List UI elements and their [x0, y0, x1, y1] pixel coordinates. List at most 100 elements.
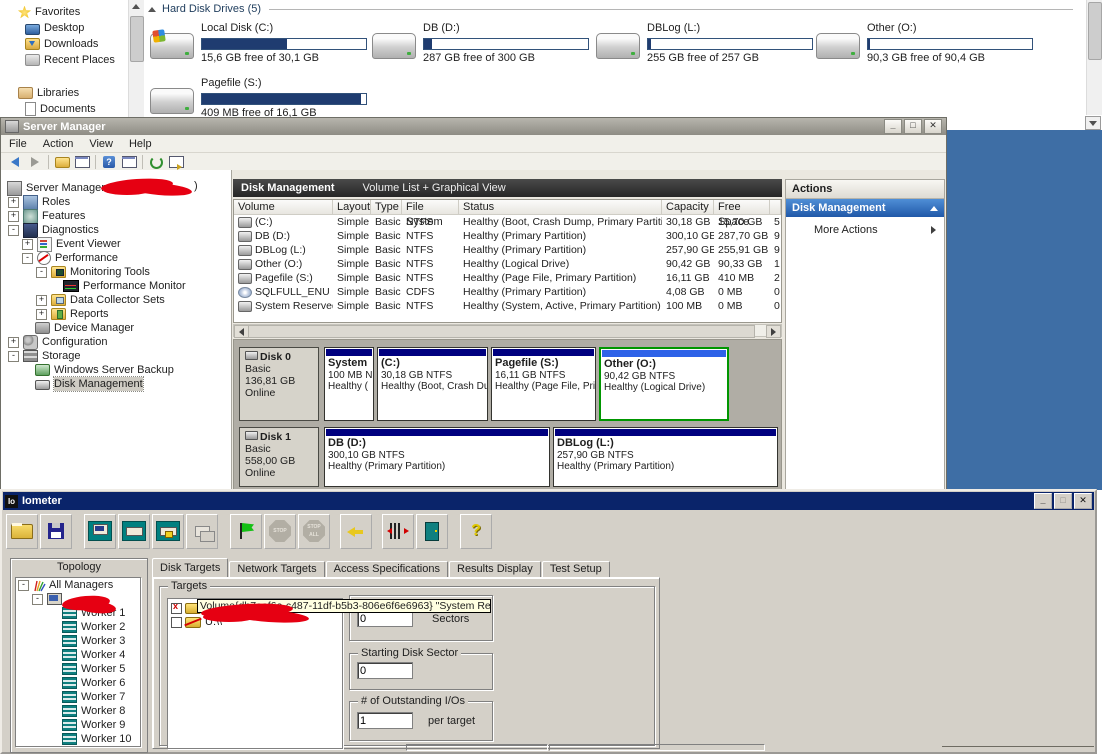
- export-list-button[interactable]: [166, 154, 186, 170]
- expand-toggle[interactable]: +: [22, 239, 33, 250]
- open-file-button[interactable]: [6, 514, 38, 549]
- server-manager-titlebar[interactable]: Server Manager _ □ ✕: [1, 118, 946, 135]
- column-header[interactable]: Type: [371, 200, 402, 215]
- tree-item[interactable]: - Performance: [1, 251, 231, 265]
- stop-all-tests-button[interactable]: STOPALL: [298, 514, 330, 549]
- tree-item[interactable]: + Event Viewer: [1, 237, 231, 251]
- console-window-button[interactable]: [72, 154, 92, 170]
- expand-toggle[interactable]: -: [36, 267, 47, 278]
- menu-item[interactable]: File: [1, 138, 35, 150]
- maximize-button[interactable]: □: [1054, 493, 1072, 509]
- expand-toggle[interactable]: -: [18, 580, 29, 591]
- tree-item[interactable]: - Monitoring Tools: [1, 265, 231, 279]
- tree-item[interactable]: + Reports: [1, 307, 231, 321]
- scroll-right-button[interactable]: [766, 325, 781, 338]
- nav-scrollbar-thumb[interactable]: [130, 16, 144, 62]
- column-header[interactable]: Volume: [234, 200, 333, 215]
- tree-item[interactable]: Disk Management: [1, 377, 231, 391]
- worker-item[interactable]: Worker 2: [16, 620, 140, 634]
- about-button[interactable]: ?: [460, 514, 492, 549]
- files-scrollbar[interactable]: [1086, 0, 1102, 115]
- drive-item[interactable]: Other (O:) 90,3 GB free of 90,4 GB: [816, 22, 1034, 74]
- column-header[interactable]: File System: [402, 200, 459, 215]
- nav-item[interactable]: Libraries: [0, 85, 128, 101]
- partition[interactable]: System 100 MB N Healthy (: [324, 347, 374, 421]
- partition[interactable]: DB (D:) 300,10 GB NTFS Healthy (Primary …: [324, 427, 550, 487]
- forward-button[interactable]: [25, 154, 45, 170]
- worker-item[interactable]: Worker 5: [16, 662, 140, 676]
- disk0-label[interactable]: Disk 0 Basic 136,81 GB Online: [239, 347, 319, 421]
- worker-item[interactable]: Worker 6: [16, 676, 140, 690]
- nav-scrollbar[interactable]: [128, 0, 144, 118]
- save-file-button[interactable]: [40, 514, 72, 549]
- target-checkbox[interactable]: [171, 617, 182, 628]
- scroll-up-button[interactable]: [129, 0, 143, 15]
- drive-group-header[interactable]: Hard Disk Drives (5): [148, 3, 1073, 15]
- tree-item[interactable]: + Features: [1, 209, 231, 223]
- tree-item[interactable]: - Storage: [1, 349, 231, 363]
- tree-item[interactable]: Windows Server Backup: [1, 363, 231, 377]
- show-tree-button[interactable]: [52, 154, 72, 170]
- reset-workers-button[interactable]: [340, 514, 372, 549]
- dropdown-button[interactable]: [1085, 116, 1101, 130]
- nav-item[interactable]: Desktop: [0, 20, 128, 36]
- volume-row[interactable]: System Reserved Simple Basic NTFS Health…: [234, 299, 781, 313]
- partition[interactable]: DBLog (L:) 257,90 GB NTFS Healthy (Prima…: [553, 427, 778, 487]
- start-new-manager-button[interactable]: [84, 514, 116, 549]
- nav-item[interactable]: Recent Places: [0, 52, 128, 68]
- expand-toggle[interactable]: -: [22, 253, 33, 264]
- stop-test-button[interactable]: STOP: [264, 514, 296, 549]
- expand-toggle[interactable]: +: [36, 295, 47, 306]
- expand-toggle[interactable]: +: [36, 309, 47, 320]
- column-header[interactable]: Layout: [333, 200, 371, 215]
- all-managers-item[interactable]: - All Managers: [16, 578, 140, 592]
- expand-toggle[interactable]: -: [8, 351, 19, 362]
- files-scrollbar-thumb[interactable]: [1088, 2, 1102, 60]
- volume-row[interactable]: Other (O:) Simple Basic NTFS Healthy (Lo…: [234, 257, 781, 271]
- table-hscrollbar[interactable]: [233, 324, 782, 337]
- volume-row[interactable]: (C:) Simple Basic NTFS Healthy (Boot, Cr…: [234, 215, 781, 229]
- expand-toggle[interactable]: -: [8, 225, 19, 236]
- target-checkbox-checked[interactable]: [171, 603, 182, 614]
- tree-item[interactable]: Device Manager: [1, 321, 231, 335]
- disk1-label[interactable]: Disk 1 Basic 558,00 GB Online: [239, 427, 319, 487]
- console-window-button-2[interactable]: [119, 154, 139, 170]
- start-test-button[interactable]: [230, 514, 262, 549]
- minimize-button[interactable]: _: [884, 119, 902, 134]
- tree-item[interactable]: Performance Monitor: [1, 279, 231, 293]
- expand-toggle[interactable]: -: [32, 594, 43, 605]
- tab[interactable]: Access Specifications: [326, 561, 448, 577]
- worker-item[interactable]: Worker 7: [16, 690, 140, 704]
- worker-item[interactable]: Worker 10: [16, 732, 140, 746]
- column-header[interactable]: Status: [459, 200, 662, 215]
- column-header[interactable]: Free Space: [714, 200, 770, 215]
- exit-button[interactable]: [416, 514, 448, 549]
- worker-item[interactable]: Worker 8: [16, 704, 140, 718]
- help-button[interactable]: ?: [99, 154, 119, 170]
- more-actions-item[interactable]: More Actions: [786, 224, 944, 236]
- expand-toggle[interactable]: +: [8, 337, 19, 348]
- menu-item[interactable]: Help: [121, 138, 160, 150]
- start-disk-worker-button[interactable]: [118, 514, 150, 549]
- expand-toggle[interactable]: +: [8, 197, 19, 208]
- refresh-button[interactable]: [146, 154, 166, 170]
- outstanding-ios-input[interactable]: [357, 712, 413, 729]
- tab[interactable]: Disk Targets: [152, 558, 228, 577]
- drive-item[interactable]: Local Disk (C:) 15,6 GB free of 30,1 GB: [150, 22, 368, 74]
- edit-access-specs-button[interactable]: [382, 514, 414, 549]
- expand-toggle[interactable]: +: [8, 211, 19, 222]
- tab[interactable]: Network Targets: [229, 561, 324, 577]
- tree-item[interactable]: - Diagnostics: [1, 223, 231, 237]
- worker-item[interactable]: Worker 3: [16, 634, 140, 648]
- close-button[interactable]: ✕: [1074, 493, 1092, 509]
- iometer-titlebar[interactable]: Io Iometer _ □ ✕: [3, 492, 1094, 510]
- tab[interactable]: Results Display: [449, 561, 541, 577]
- tree-item[interactable]: + Configuration: [1, 335, 231, 349]
- partition[interactable]: Other (O:) 90,42 GB NTFS Healthy (Logica…: [599, 347, 729, 421]
- volume-row[interactable]: DBLog (L:) Simple Basic NTFS Healthy (Pr…: [234, 243, 781, 257]
- menu-item[interactable]: View: [81, 138, 121, 150]
- volume-row[interactable]: Pagefile (S:) Simple Basic NTFS Healthy …: [234, 271, 781, 285]
- volume-row[interactable]: SQLFULL_ENU (R:) Simple Basic CDFS Healt…: [234, 285, 781, 299]
- drive-item[interactable]: DBLog (L:) 255 GB free of 257 GB: [596, 22, 814, 74]
- worker-item[interactable]: Worker 9: [16, 718, 140, 732]
